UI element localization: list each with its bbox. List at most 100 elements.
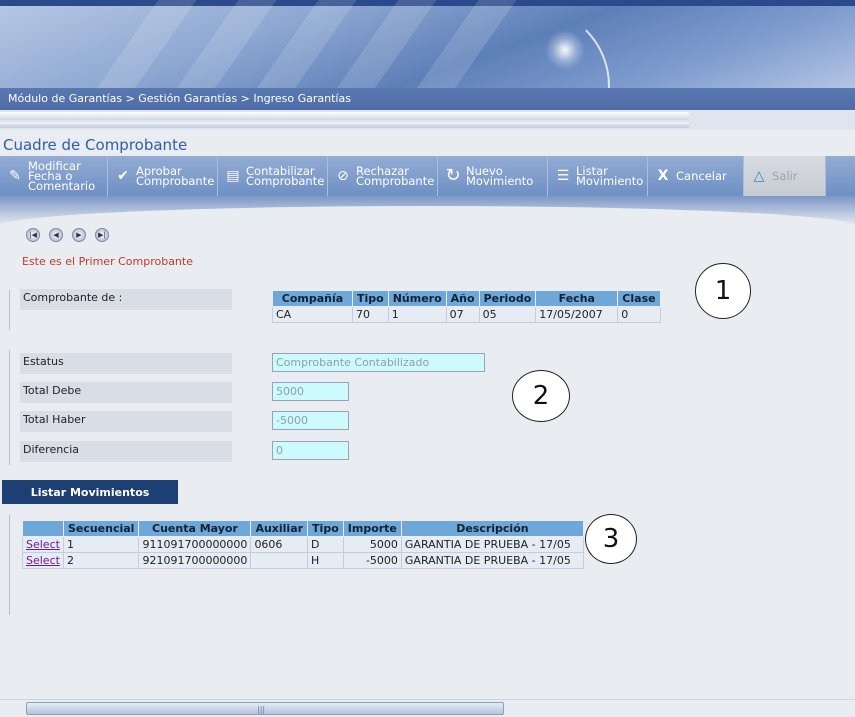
table-cell: 0 xyxy=(617,306,661,323)
column-header: Auxiliar xyxy=(250,520,309,537)
bottom-divider xyxy=(0,699,855,700)
list-icon: ☰ xyxy=(556,168,570,184)
annotation-circle: 2 xyxy=(512,370,570,422)
table-cell: Select xyxy=(22,536,64,553)
scrollbar-grip-icon: ||| xyxy=(257,705,266,714)
listar-movimientos-button[interactable]: Listar Movimientos xyxy=(2,480,178,504)
wave-shape xyxy=(0,206,855,236)
approve-icon: ✔ xyxy=(117,168,129,184)
table-cell: -5000 xyxy=(342,552,402,569)
total-haber-label: Total Haber xyxy=(20,411,232,432)
table-cell: 1 xyxy=(62,536,140,553)
table-cell: 17/05/2007 xyxy=(535,306,619,323)
refresh-icon: ↻ xyxy=(445,165,461,186)
column-header: Número xyxy=(387,290,447,307)
estatus-field[interactable]: Comprobante Contabilizado xyxy=(272,353,485,372)
column-header xyxy=(22,520,64,537)
button-label-line: Comprobante xyxy=(356,174,435,188)
rechazar-comprobante-button[interactable]: ⊘ Rechazar Comprobante xyxy=(328,156,438,196)
diferencia-field[interactable]: 0 xyxy=(272,441,349,460)
previous-record-icon[interactable]: ◀ xyxy=(49,228,63,242)
breadcrumb: Módulo de Garantías > Gestión Garantías … xyxy=(8,92,351,105)
sub-header-bar xyxy=(0,112,690,120)
ledger-icon: ▤ xyxy=(226,168,240,184)
button-label: Cancelar xyxy=(676,169,727,183)
button-label-line: Movimiento xyxy=(466,174,534,188)
section-divider xyxy=(9,515,10,615)
button-label-line: Comentario xyxy=(28,179,96,193)
first-record-icon[interactable]: |◀ xyxy=(26,228,40,242)
first-comprobante-message: Este es el Primer Comprobante xyxy=(22,255,193,268)
table-cell: 0606 xyxy=(250,536,309,553)
aprobar-comprobante-button[interactable]: ✔ Aprobar Comprobante xyxy=(108,156,218,196)
column-header: Secuencial xyxy=(62,520,140,537)
annotation-circle: 1 xyxy=(695,263,751,319)
table-cell: Select xyxy=(22,552,64,569)
button-label: Aprobar Comprobante xyxy=(136,165,215,188)
table-cell: 70 xyxy=(352,306,389,323)
select-row-link[interactable]: Select xyxy=(26,554,60,567)
column-header: Tipo xyxy=(352,290,389,307)
page-title: Cuadre de Comprobante xyxy=(3,136,188,154)
horizontal-scrollbar[interactable]: ||| xyxy=(26,702,504,715)
column-header: Importe xyxy=(342,520,402,537)
total-haber-field[interactable]: -5000 xyxy=(272,411,349,430)
toolbar-wave-decoration xyxy=(0,196,855,236)
sub-header-bar xyxy=(0,122,690,128)
salir-button[interactable]: △ Salir xyxy=(744,156,826,196)
table-cell: 5000 xyxy=(342,536,402,553)
table-header-row: Secuencial Cuenta Mayor Auxiliar Tipo Im… xyxy=(22,520,584,537)
x-icon: X xyxy=(657,168,669,184)
button-label-line: Comprobante xyxy=(246,174,325,188)
column-header: Descripción xyxy=(400,520,584,537)
edit-icon: ✎ xyxy=(9,168,21,184)
cancelar-button[interactable]: X Cancelar xyxy=(648,156,744,196)
table-cell: 911091700000000 xyxy=(138,536,252,553)
total-debe-label: Total Debe xyxy=(20,382,232,403)
button-label: Contabilizar Comprobante xyxy=(246,165,325,188)
button-label-line: Movimiento xyxy=(576,174,644,188)
column-header: Cuenta Mayor xyxy=(138,520,252,537)
comprobante-table: Compañía Tipo Número Año Periodo Fecha C… xyxy=(272,290,661,323)
column-header: Tipo xyxy=(307,520,344,537)
table-cell: 07 xyxy=(445,306,480,323)
table-cell: CA xyxy=(272,306,353,323)
total-debe-field[interactable]: 5000 xyxy=(272,382,349,401)
column-header: Año xyxy=(445,290,480,307)
table-cell: 2 xyxy=(62,552,140,569)
record-navigation: |◀ ◀ ▶ ▶| xyxy=(26,228,109,242)
movimientos-table: Secuencial Cuenta Mayor Auxiliar Tipo Im… xyxy=(22,520,584,569)
annotation-circle: 3 xyxy=(585,514,637,564)
table-cell: 921091700000000 xyxy=(138,552,252,569)
column-header: Periodo xyxy=(478,290,537,307)
table-cell: 05 xyxy=(478,306,537,323)
column-header: Compañía xyxy=(272,290,353,307)
button-label: Nuevo Movimiento xyxy=(466,165,534,188)
table-row: Select 1 911091700000000 0606 D 5000 GAR… xyxy=(22,536,584,553)
table-cell: H xyxy=(307,552,344,569)
reject-icon: ⊘ xyxy=(337,168,349,184)
select-row-link[interactable]: Select xyxy=(26,538,60,551)
table-cell: GARANTIA DE PRUEBA - 17/05 xyxy=(400,552,584,569)
table-cell: GARANTIA DE PRUEBA - 17/05 xyxy=(400,536,584,553)
table-cell xyxy=(250,552,309,569)
table-row: CA 70 1 07 05 17/05/2007 0 xyxy=(272,306,661,323)
nuevo-movimiento-button[interactable]: ↻ Nuevo Movimiento xyxy=(438,156,548,196)
table-row: Select 2 921091700000000 H -5000 GARANTI… xyxy=(22,552,584,569)
header-banner: Módulo de Garantías > Gestión Garantías … xyxy=(0,0,855,110)
section-divider xyxy=(9,290,10,330)
exit-icon: △ xyxy=(753,168,765,184)
next-record-icon[interactable]: ▶ xyxy=(72,228,86,242)
listar-movimiento-button[interactable]: ☰ Listar Movimiento xyxy=(548,156,648,196)
modificar-fecha-button[interactable]: ✎ Modificar Fecha o Comentario xyxy=(0,156,108,196)
button-label: Listar Movimiento xyxy=(576,165,644,188)
estatus-label: Estatus xyxy=(20,353,232,374)
button-label-line: Comprobante xyxy=(136,174,215,188)
button-label: Salir xyxy=(772,169,798,183)
table-cell: 1 xyxy=(387,306,447,323)
last-record-icon[interactable]: ▶| xyxy=(95,228,109,242)
column-header: Fecha xyxy=(535,290,619,307)
contabilizar-comprobante-button[interactable]: ▤ Contabilizar Comprobante xyxy=(218,156,328,196)
button-label: Rechazar Comprobante xyxy=(356,165,435,188)
comprobante-label: Comprobante de : xyxy=(20,289,232,310)
